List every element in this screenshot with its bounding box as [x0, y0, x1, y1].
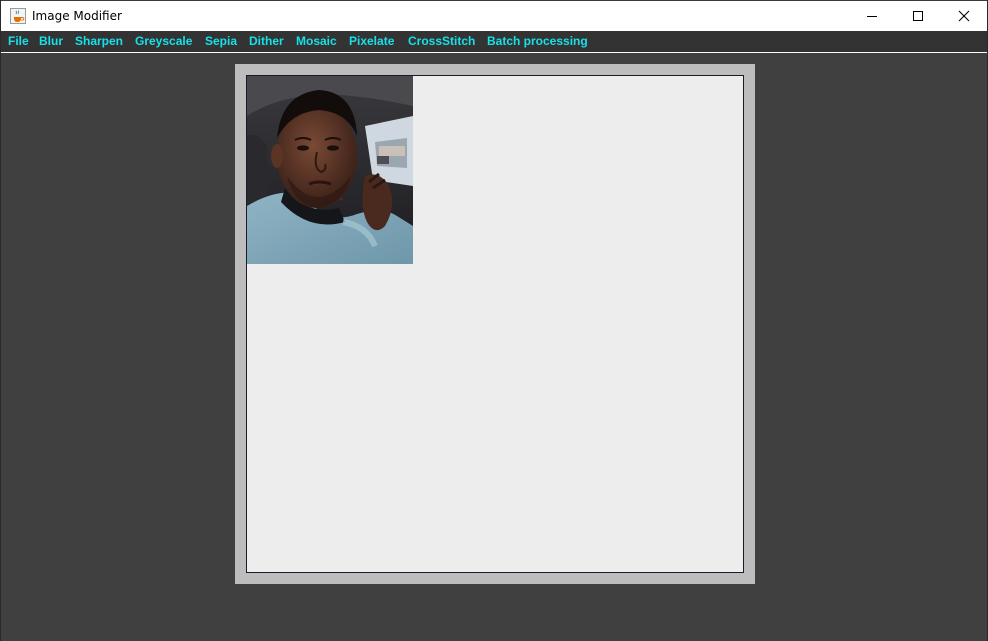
minimize-button[interactable]: [849, 1, 895, 31]
menu-greyscale[interactable]: Greyscale: [135, 34, 192, 49]
menu-file[interactable]: File: [8, 34, 29, 49]
java-cup-icon: [10, 8, 26, 24]
maximize-button[interactable]: [895, 1, 941, 31]
menu-sepia[interactable]: Sepia: [205, 34, 237, 49]
menu-bar: File Blur Sharpen Greyscale Sepia Dither…: [1, 31, 987, 53]
image-canvas[interactable]: [246, 75, 744, 573]
menu-batch-processing[interactable]: Batch processing: [487, 34, 588, 49]
minimize-icon: [867, 16, 877, 17]
app-window: Image Modifier File Blur Sharpen Greysca…: [0, 0, 988, 641]
photo-image: [247, 76, 413, 264]
window-title: Image Modifier: [32, 9, 122, 23]
menu-pixelate[interactable]: Pixelate: [349, 34, 394, 49]
menu-mosaic[interactable]: Mosaic: [296, 34, 337, 49]
menu-crossstitch[interactable]: CrossStitch: [408, 34, 475, 49]
maximize-icon: [913, 11, 923, 21]
image-canvas-frame: [235, 64, 755, 584]
close-icon: [958, 10, 970, 22]
title-bar[interactable]: Image Modifier: [1, 0, 987, 31]
menu-dither[interactable]: Dither: [249, 34, 284, 49]
menu-sharpen[interactable]: Sharpen: [75, 34, 123, 49]
menu-blur[interactable]: Blur: [39, 34, 63, 49]
close-button[interactable]: [941, 1, 987, 31]
